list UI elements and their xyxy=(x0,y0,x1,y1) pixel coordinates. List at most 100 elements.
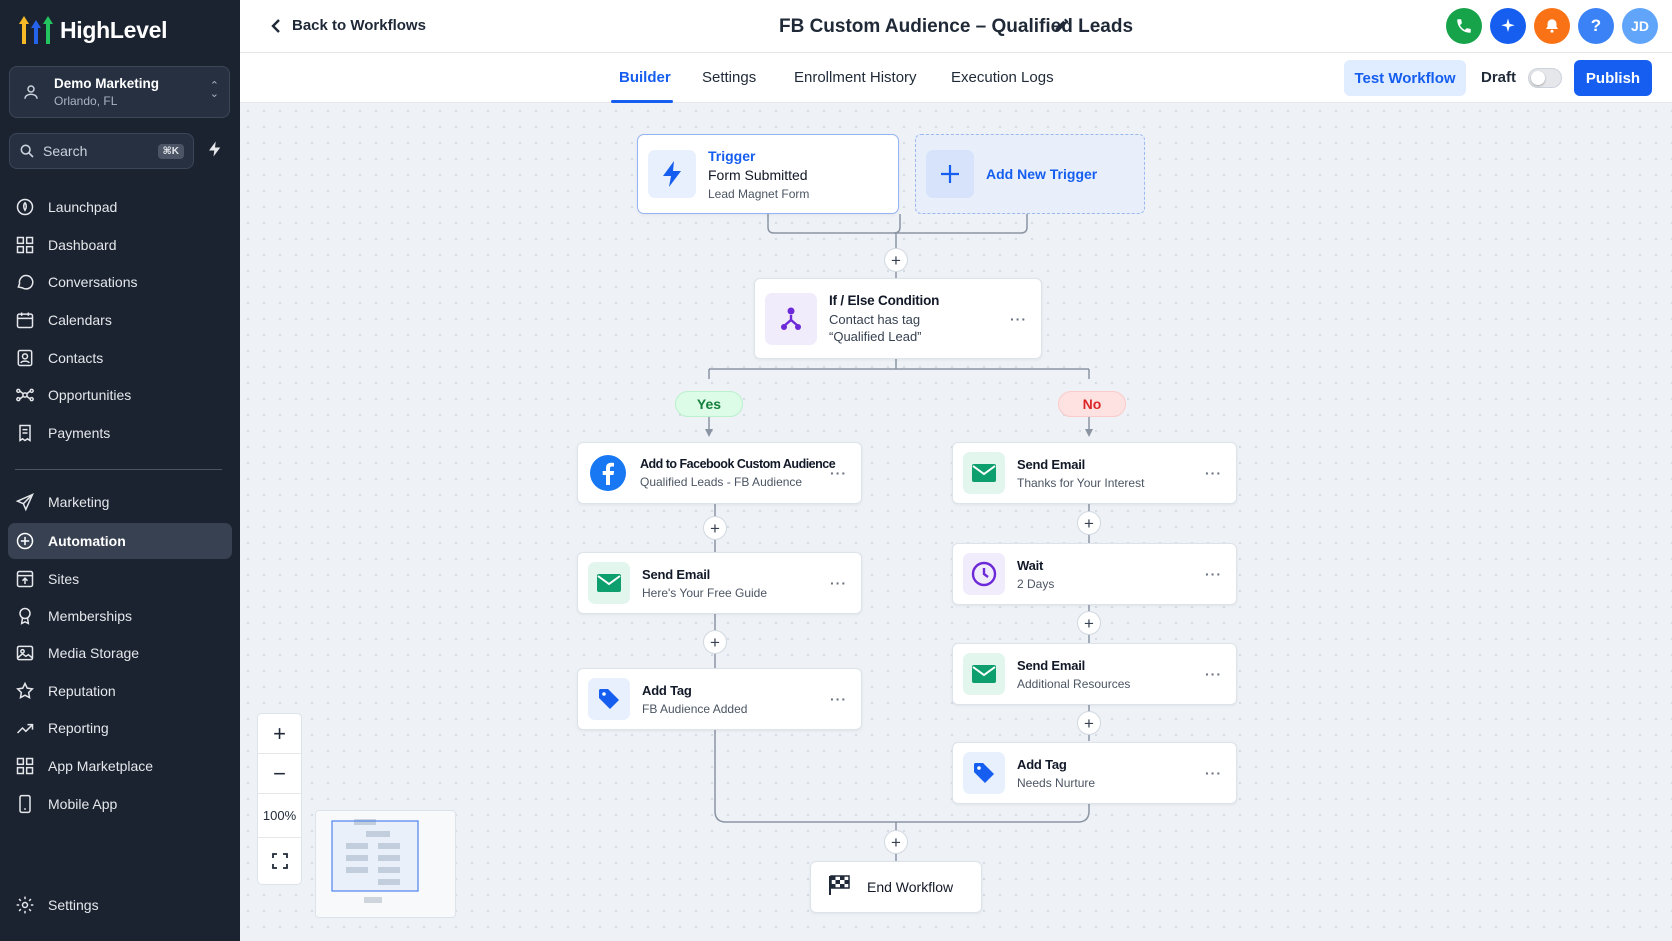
clock-icon xyxy=(971,561,997,587)
more-options-button[interactable]: ··· xyxy=(1205,666,1222,682)
tab-enrollment-history[interactable]: Enrollment History xyxy=(794,69,917,86)
help-button[interactable]: ? xyxy=(1578,8,1614,44)
quick-actions-button[interactable] xyxy=(206,140,224,163)
test-workflow-button[interactable]: Test Workflow xyxy=(1344,60,1466,96)
minimap[interactable] xyxy=(315,810,456,918)
sidebar-item-contacts[interactable]: Contacts xyxy=(8,340,232,376)
sidebar-item-settings[interactable]: Settings xyxy=(8,887,232,923)
facebook-audience-node[interactable]: Add to Facebook Custom Audience Qualifie… xyxy=(577,442,862,504)
send-email-node[interactable]: Send Email Here's Your Free Guide ··· xyxy=(577,552,862,614)
tab-execution-logs[interactable]: Execution Logs xyxy=(951,69,1054,86)
add-step-button[interactable]: + xyxy=(884,248,908,272)
branch-icon xyxy=(781,307,801,330)
search-box[interactable]: Search ⌘K xyxy=(9,133,194,169)
user-icon xyxy=(24,85,38,99)
add-step-button[interactable]: + xyxy=(703,516,727,540)
sidebar-item-label: App Marketplace xyxy=(48,758,154,774)
tab-settings[interactable]: Settings xyxy=(702,69,756,86)
add-step-button[interactable]: + xyxy=(1077,711,1101,735)
brand-logo[interactable]: HighLevel xyxy=(18,14,168,46)
ai-assistant-button[interactable] xyxy=(1490,8,1526,44)
node-title: Send Email xyxy=(1017,456,1086,472)
opportunities-icon xyxy=(16,388,34,402)
more-options-button[interactable]: ··· xyxy=(1205,566,1222,582)
sidebar-item-mobile-app[interactable]: Mobile App xyxy=(8,786,232,822)
draft-toggle[interactable] xyxy=(1528,68,1562,88)
node-title: Wait xyxy=(1017,557,1044,573)
sidebar-item-calendars[interactable]: Calendars xyxy=(8,302,232,338)
sidebar-item-label: Reputation xyxy=(48,683,116,699)
sidebar-item-sites[interactable]: Sites xyxy=(8,561,232,597)
sidebar-item-label: Memberships xyxy=(48,608,133,624)
zoom-out-button[interactable]: − xyxy=(258,754,301,794)
plus-icon: + xyxy=(273,720,286,746)
sidebar-item-payments[interactable]: Payments xyxy=(8,415,232,451)
email-icon-box xyxy=(963,452,1005,494)
more-options-button[interactable]: ··· xyxy=(1205,765,1222,781)
sidebar-item-label: Calendars xyxy=(48,312,112,328)
sidebar-item-launchpad[interactable]: Launchpad xyxy=(8,189,232,225)
add-step-button[interactable]: + xyxy=(884,830,908,854)
end-workflow-node[interactable]: End Workflow xyxy=(810,861,982,913)
sidebar-item-label: Mobile App xyxy=(48,796,118,812)
edit-title-button[interactable] xyxy=(1052,17,1070,40)
tab-builder[interactable]: Builder xyxy=(619,69,671,86)
sidebar-item-reporting[interactable]: Reporting xyxy=(8,710,232,746)
bolt-icon xyxy=(663,161,681,187)
sidebar-item-memberships[interactable]: Memberships xyxy=(8,598,232,634)
help-icon: ? xyxy=(1590,16,1602,35)
bell-icon xyxy=(1546,19,1558,33)
wait-node[interactable]: Wait 2 Days ··· xyxy=(952,543,1237,605)
clock-icon-box xyxy=(963,553,1005,595)
add-tag-node[interactable]: Add Tag Needs Nurture ··· xyxy=(952,742,1237,804)
add-new-trigger-button[interactable]: Add New Trigger xyxy=(915,134,1145,214)
plus-icon xyxy=(941,165,959,183)
notifications-button[interactable] xyxy=(1534,8,1570,44)
phone-button[interactable] xyxy=(1446,8,1482,44)
zoom-in-button[interactable]: + xyxy=(258,714,301,754)
more-options-button[interactable]: ··· xyxy=(1010,311,1027,327)
workflow-canvas[interactable]: Trigger Form Submitted Lead Magnet Form … xyxy=(240,103,1672,941)
tag-icon-box xyxy=(963,752,1005,794)
sidebar-item-label: Dashboard xyxy=(48,237,117,253)
sites-icon xyxy=(16,570,34,588)
add-trigger-label: Add New Trigger xyxy=(986,166,1098,182)
sidebar-item-label: Payments xyxy=(48,425,111,441)
sidebar-item-marketing[interactable]: Marketing xyxy=(8,484,232,520)
sidebar-item-reputation[interactable]: Reputation xyxy=(8,673,232,709)
sparkle-icon xyxy=(1501,18,1515,32)
sidebar-item-automation[interactable]: Automation xyxy=(8,523,232,559)
search-shortcut: ⌘K xyxy=(157,143,184,159)
trigger-node[interactable]: Trigger Form Submitted Lead Magnet Form xyxy=(637,134,899,214)
more-options-button[interactable]: ··· xyxy=(830,691,847,707)
fit-view-button[interactable] xyxy=(258,838,301,884)
more-options-button[interactable]: ··· xyxy=(830,575,847,591)
add-step-button[interactable]: + xyxy=(1077,611,1101,635)
grid-icon xyxy=(16,236,34,254)
sidebar-item-label: Settings xyxy=(48,897,99,913)
sidebar-item-label: Media Storage xyxy=(48,645,140,661)
sidebar-item-media-storage[interactable]: Media Storage xyxy=(8,635,232,671)
account-switcher[interactable]: Demo Marketing Orlando, FL ⌃ ⌄ xyxy=(9,66,230,118)
memberships-icon xyxy=(19,607,31,625)
zoom-controls: + − 100% xyxy=(257,713,302,885)
sidebar-item-opportunities[interactable]: Opportunities xyxy=(8,377,232,413)
sidebar-item-conversations[interactable]: Conversations xyxy=(8,264,232,300)
more-options-button[interactable]: ··· xyxy=(830,465,847,481)
node-subtitle: 2 Days xyxy=(1017,576,1055,591)
sidebar-item-dashboard[interactable]: Dashboard xyxy=(8,227,232,263)
add-step-button[interactable]: + xyxy=(703,630,727,654)
sidebar-item-app-marketplace[interactable]: App Marketplace xyxy=(8,748,232,784)
add-tag-node[interactable]: Add Tag FB Audience Added ··· xyxy=(577,668,862,730)
send-email-node[interactable]: Send Email Additional Resources ··· xyxy=(952,643,1237,705)
publish-button[interactable]: Publish xyxy=(1574,60,1652,96)
send-email-node[interactable]: Send Email Thanks for Your Interest ··· xyxy=(952,442,1237,504)
tag-icon-box xyxy=(588,678,630,720)
add-step-button[interactable]: + xyxy=(1077,511,1101,535)
more-options-button[interactable]: ··· xyxy=(1205,465,1222,481)
if-else-condition-node[interactable]: If / Else Condition Contact has tag “Qua… xyxy=(754,278,1042,359)
trigger-icon-box xyxy=(648,150,696,198)
node-subtitle: Thanks for Your Interest xyxy=(1017,475,1145,490)
email-icon xyxy=(972,464,996,482)
user-avatar[interactable]: JD xyxy=(1622,8,1658,44)
